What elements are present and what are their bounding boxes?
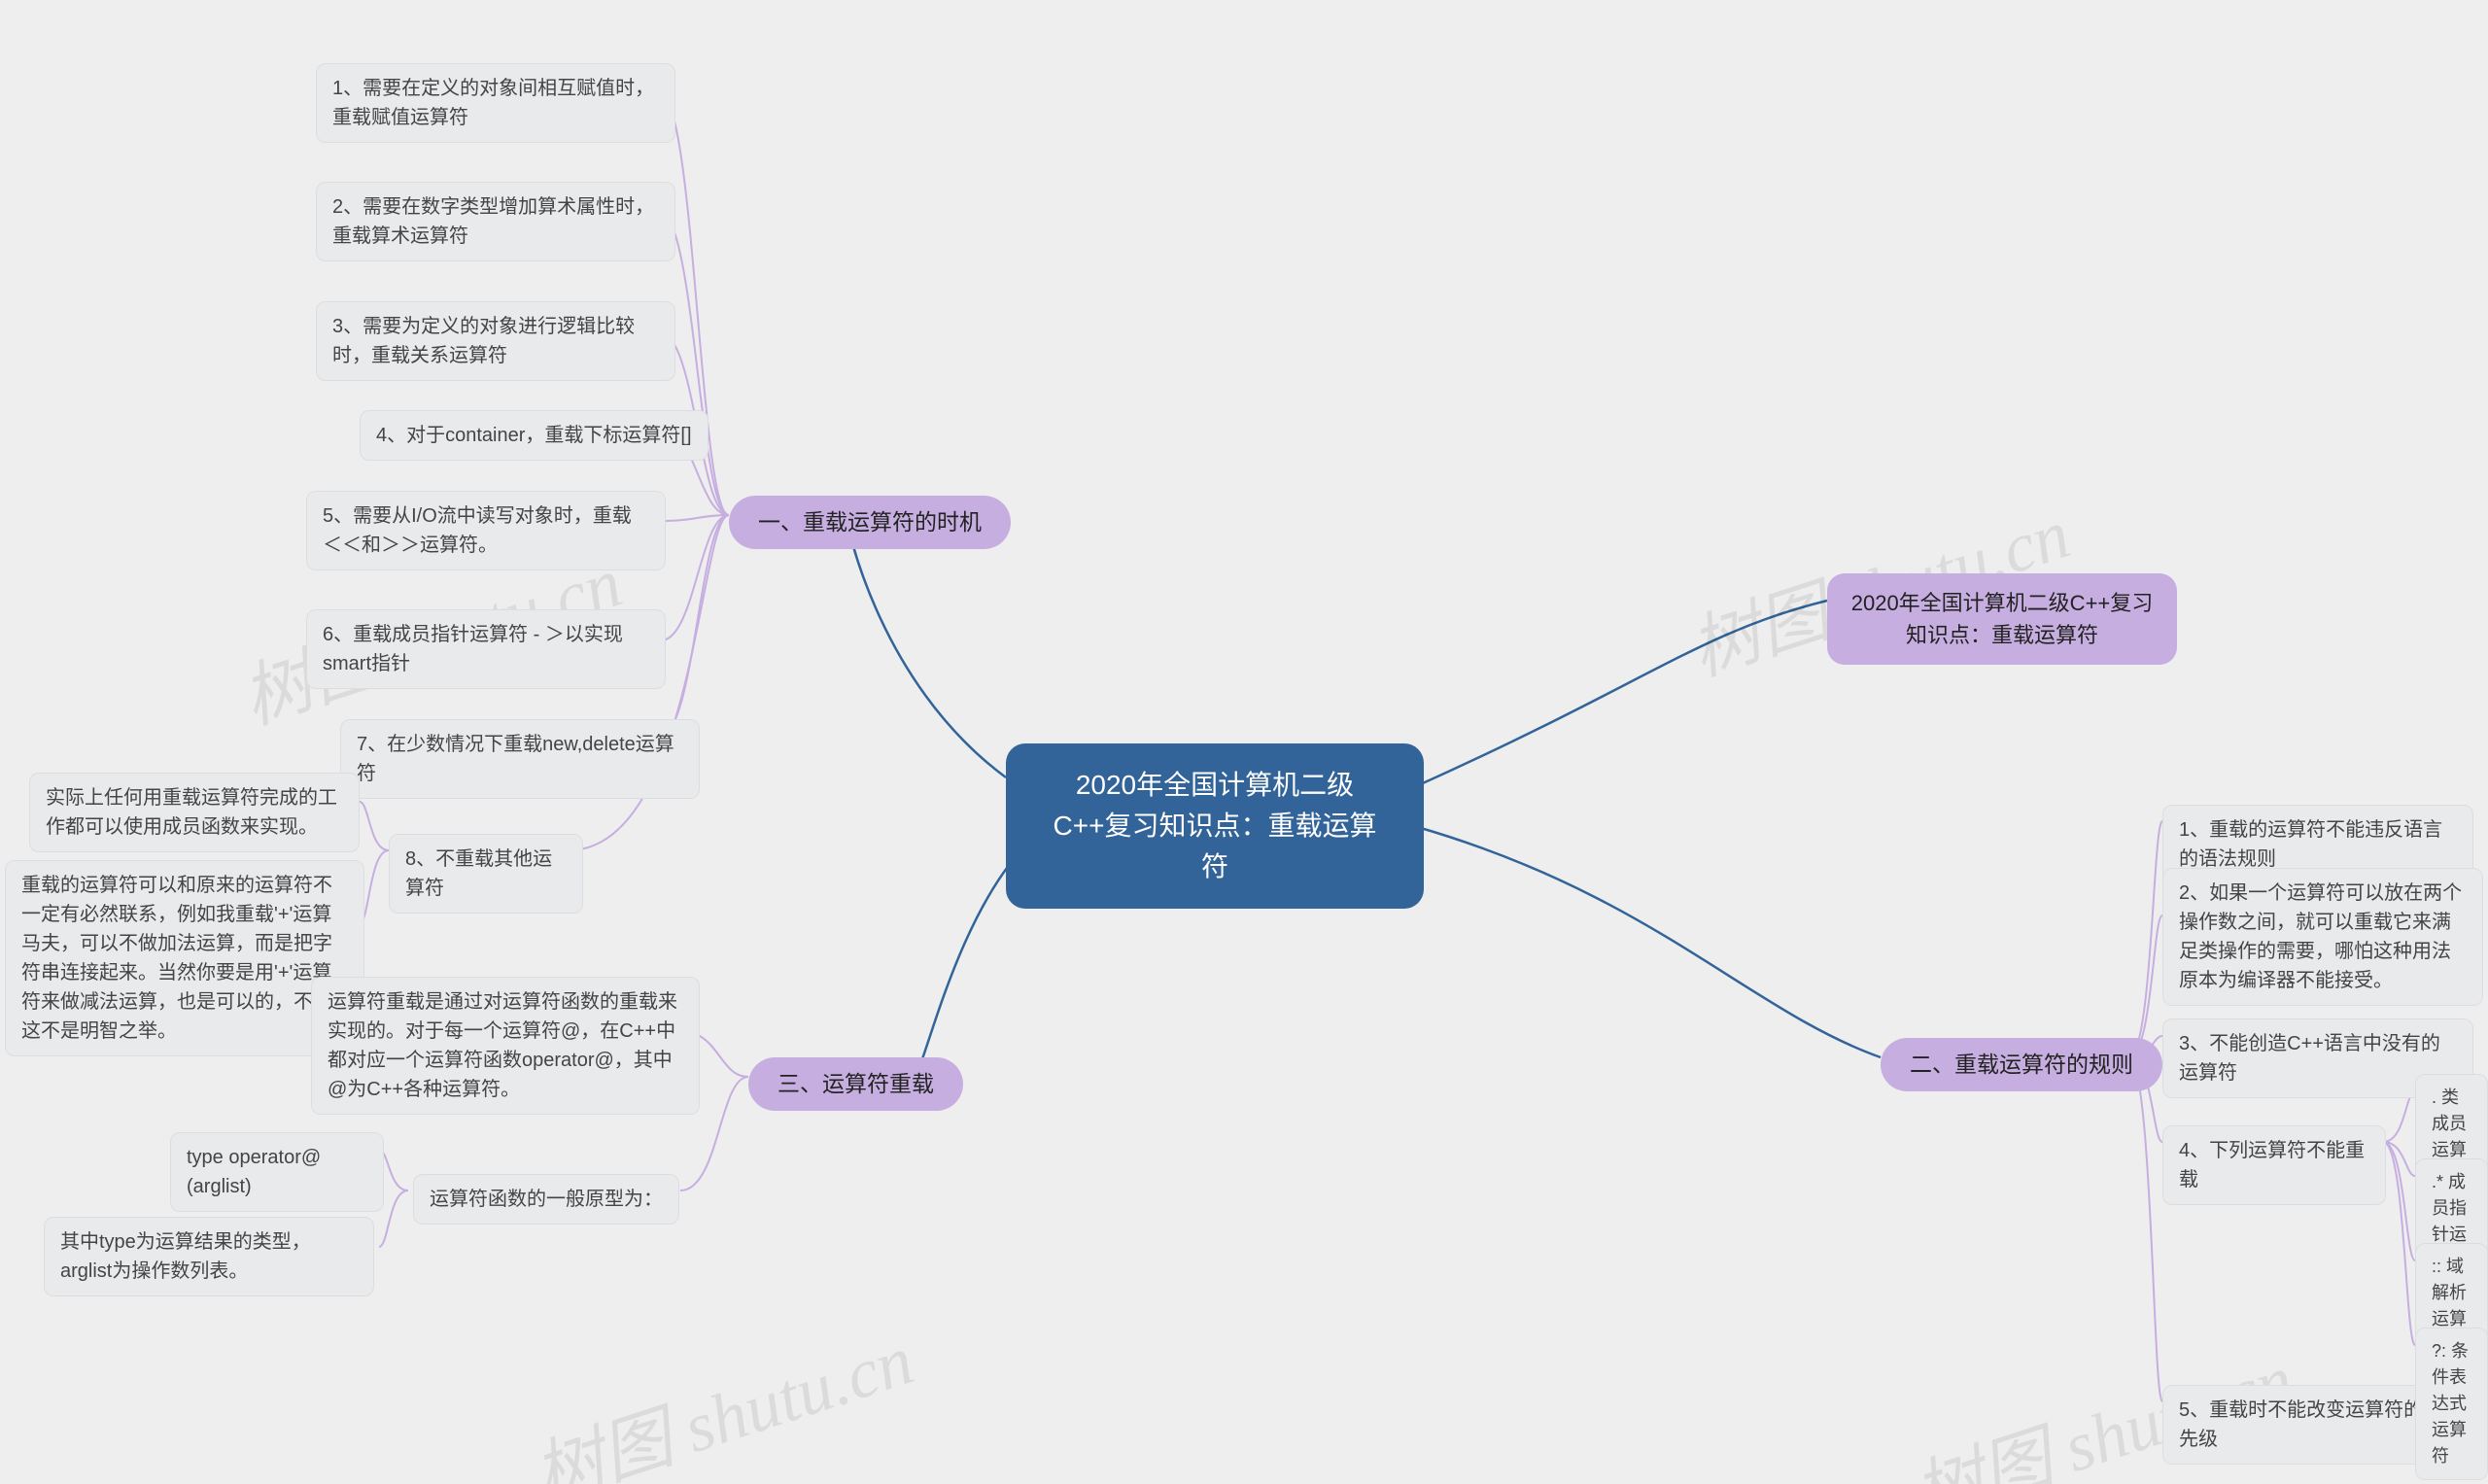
branch-1[interactable]: 一、重载运算符的时机 (729, 496, 1011, 549)
branch-right-top[interactable]: 2020年全国计算机二级C++复习知识点：重载运算符 (1827, 573, 2177, 665)
branch3-item-2-sub-1[interactable]: type operator@ (arglist) (170, 1132, 384, 1212)
root-node[interactable]: 2020年全国计算机二级C++复习知识点：重载运算符 (1006, 743, 1424, 909)
branch3-item-1[interactable]: 运算符重载是通过对运算符函数的重载来实现的。对于每一个运算符@，在C++中都对应… (311, 977, 700, 1115)
branch1-item-4[interactable]: 4、对于container，重载下标运算符[] (360, 410, 708, 461)
branch3-item-2-sub-2[interactable]: 其中type为运算结果的类型，arglist为操作数列表。 (44, 1217, 374, 1296)
branch-2[interactable]: 二、重载运算符的规则 (1881, 1038, 2162, 1091)
branch2-item-2[interactable]: 2、如果一个运算符可以放在两个操作数之间，就可以重载它来满足类操作的需要，哪怕这… (2162, 868, 2483, 1006)
branch1-item-3[interactable]: 3、需要为定义的对象进行逻辑比较时，重载关系运算符 (316, 301, 675, 381)
branch1-item-8[interactable]: 8、不重载其他运算符 (389, 834, 583, 914)
branch1-item-8-sub-1[interactable]: 实际上任何用重载运算符完成的工作都可以使用成员函数来实现。 (29, 773, 360, 852)
branch2-item-4[interactable]: 4、下列运算符不能重载 (2162, 1125, 2386, 1205)
branch1-item-1[interactable]: 1、需要在定义的对象间相互赋值时，重载赋值运算符 (316, 63, 675, 143)
watermark: 树图 shutu.cn (519, 1302, 924, 1484)
branch1-item-5[interactable]: 5、需要从I/O流中读写对象时，重载＜＜和＞＞运算符。 (306, 491, 666, 570)
mindmap-canvas: 树图 shutu.cn 树图 shutu.cn 树图 shutu.cn 树图 s… (0, 0, 2488, 1484)
branch1-item-7[interactable]: 7、在少数情况下重载new,delete运算符 (340, 719, 700, 799)
branch2-item-4-sub-4[interactable]: ?: 条件表达式运算符 (2415, 1328, 2488, 1480)
branch-3[interactable]: 三、运算符重载 (748, 1057, 963, 1111)
branch1-item-2[interactable]: 2、需要在数字类型增加算术属性时，重载算术运算符 (316, 182, 675, 261)
branch1-item-6[interactable]: 6、重载成员指针运算符 - ＞以实现smart指针 (306, 609, 666, 689)
branch3-item-2[interactable]: 运算符函数的一般原型为： (413, 1174, 679, 1225)
